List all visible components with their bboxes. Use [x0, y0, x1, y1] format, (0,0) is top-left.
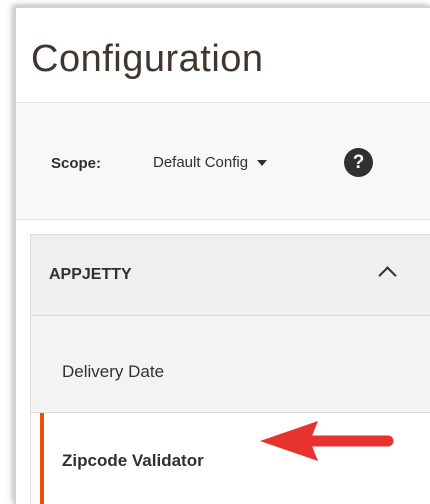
- nav-item-delivery-date[interactable]: Delivery Date: [31, 316, 430, 413]
- nav-item-label: Delivery Date: [62, 362, 165, 381]
- chevron-up-icon: [378, 266, 397, 285]
- scope-bar: Scope: Default Config ?: [16, 102, 430, 220]
- nav-section-appjetty[interactable]: APPJETTY: [31, 235, 430, 316]
- scope-switcher[interactable]: Default Config: [153, 154, 268, 171]
- caret-down-icon: [257, 160, 268, 167]
- nav-section-label: APPJETTY: [49, 266, 132, 283]
- page-title: Configuration: [31, 38, 264, 80]
- nav-item-label: Zipcode Validator: [62, 451, 204, 470]
- annotation-arrow-icon: [260, 421, 394, 461]
- help-icon[interactable]: ?: [344, 148, 373, 177]
- scope-value: Default Config: [153, 154, 249, 171]
- scope-label: Scope:: [51, 155, 102, 172]
- config-nav: APPJETTY Delivery Date Zipcode Validator: [30, 234, 430, 504]
- active-indicator: [40, 413, 44, 504]
